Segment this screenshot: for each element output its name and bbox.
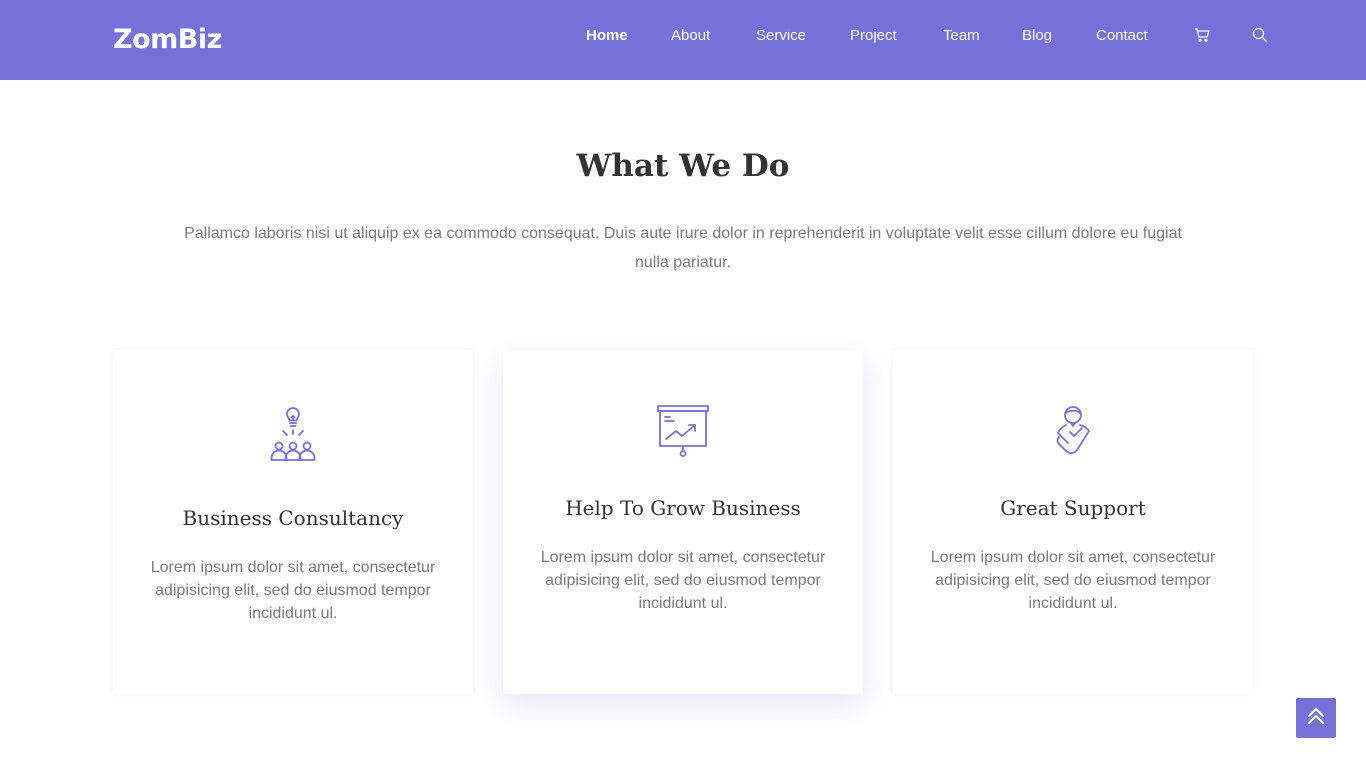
service-card-help-to-grow-business[interactable]: Help To Grow Business Lorem ipsum dolor … — [503, 350, 863, 694]
nav-blog[interactable]: Blog — [1022, 27, 1052, 45]
card-text: Lorem ipsum dolor sit amet, consectetur … — [930, 549, 1216, 612]
nav-about[interactable]: About — [671, 27, 710, 45]
nav-project[interactable]: Project — [850, 27, 897, 45]
search-icon[interactable] — [1252, 27, 1270, 45]
service-card-great-support[interactable]: Great Support Lorem ipsum dolor sit amet… — [893, 350, 1253, 694]
navbar: ZomBiz Home About Service Project Team B… — [0, 0, 1366, 80]
support-handshake-icon — [1041, 400, 1105, 464]
service-card-business-consultancy[interactable]: Business Consultancy Lorem ipsum dolor s… — [113, 350, 473, 694]
card-text: Lorem ipsum dolor sit amet, consectetur … — [540, 549, 826, 612]
section-description: Pallamco laboris nisi ut aliquip ex ea c… — [184, 225, 1182, 271]
card-title: Business Consultancy — [182, 506, 404, 530]
nav-service[interactable]: Service — [756, 27, 806, 45]
back-to-top-button[interactable] — [1296, 698, 1336, 738]
presentation-chart-icon — [651, 400, 715, 464]
double-chevron-up-icon — [1306, 706, 1326, 731]
nav-team[interactable]: Team — [943, 27, 980, 45]
nav-home[interactable]: Home — [586, 27, 628, 45]
section-title: What We Do — [576, 148, 790, 184]
brand-logo[interactable]: ZomBiz — [113, 24, 222, 55]
team-idea-icon — [261, 402, 325, 466]
card-title: Great Support — [1000, 496, 1146, 520]
card-text: Lorem ipsum dolor sit amet, consectetur … — [150, 559, 436, 622]
nav-contact[interactable]: Contact — [1096, 27, 1148, 45]
cart-icon[interactable] — [1194, 27, 1212, 45]
card-title: Help To Grow Business — [565, 496, 801, 520]
